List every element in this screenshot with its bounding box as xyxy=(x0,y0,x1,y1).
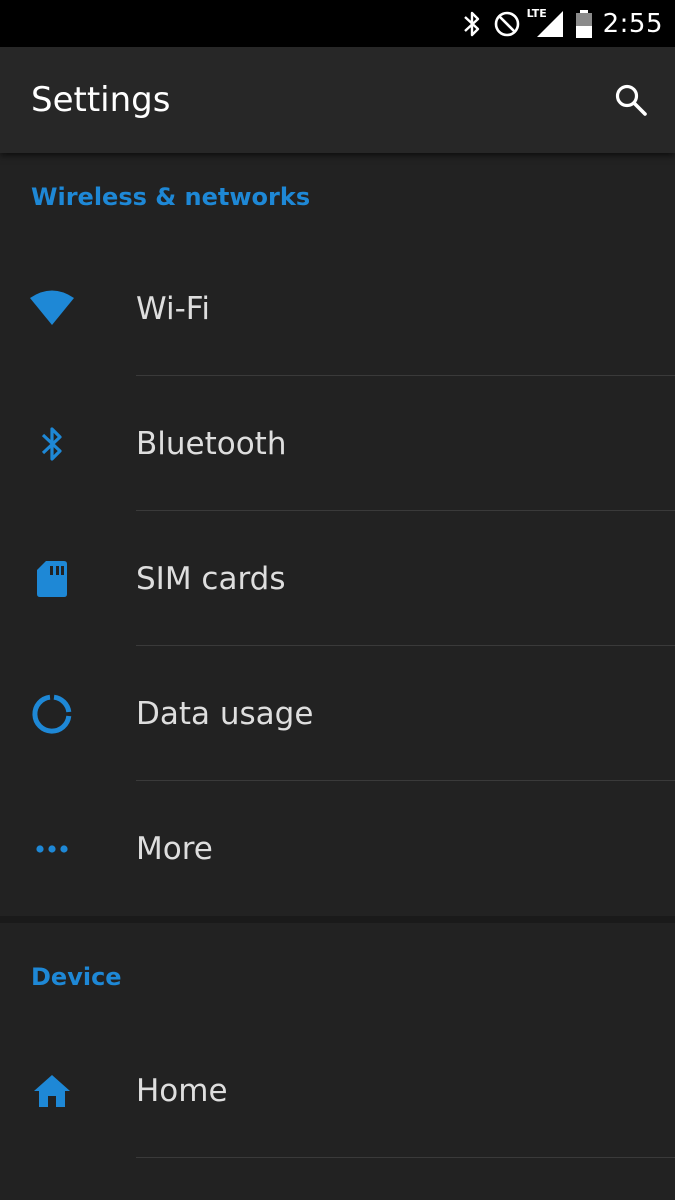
bluetooth-icon xyxy=(461,10,483,38)
section-wireless-networks: Wireless & networks Wi-Fi Bluetooth SIM … xyxy=(0,153,675,916)
home-icon xyxy=(22,1061,82,1121)
bluetooth-icon xyxy=(22,414,82,474)
data-usage-icon xyxy=(22,684,82,744)
battery-icon xyxy=(575,9,593,39)
settings-item-sim-cards[interactable]: SIM cards xyxy=(0,511,675,646)
page-title: Settings xyxy=(31,80,171,120)
status-bar: LTE 2:55 xyxy=(0,0,675,47)
settings-item-label: Bluetooth xyxy=(136,425,287,462)
more-dots-icon xyxy=(22,819,82,879)
divider xyxy=(136,1157,675,1158)
settings-item-label: More xyxy=(136,830,213,867)
network-type-label: LTE xyxy=(526,6,547,20)
lte-signal-icon: LTE xyxy=(527,7,565,39)
settings-item-label: Home xyxy=(136,1072,228,1109)
do-not-disturb-icon xyxy=(493,10,521,38)
settings-item-data-usage[interactable]: Data usage xyxy=(0,646,675,781)
settings-item-bluetooth[interactable]: Bluetooth xyxy=(0,376,675,511)
app-bar: Settings xyxy=(0,47,675,153)
settings-item-label: SIM cards xyxy=(136,560,286,597)
settings-item-label: Data usage xyxy=(136,695,314,732)
search-icon[interactable] xyxy=(613,82,649,118)
settings-item-wifi[interactable]: Wi-Fi xyxy=(0,241,675,376)
settings-item-home[interactable]: Home xyxy=(0,1023,675,1158)
section-header: Device xyxy=(31,963,122,991)
section-header: Wireless & networks xyxy=(31,183,311,211)
sim-card-icon xyxy=(22,549,82,609)
settings-item-more[interactable]: More xyxy=(0,781,675,916)
settings-item-label: Wi-Fi xyxy=(136,290,210,327)
clock: 2:55 xyxy=(602,8,663,39)
section-divider xyxy=(0,916,675,923)
wifi-icon xyxy=(22,279,82,339)
section-device: Device Home xyxy=(0,923,675,1200)
